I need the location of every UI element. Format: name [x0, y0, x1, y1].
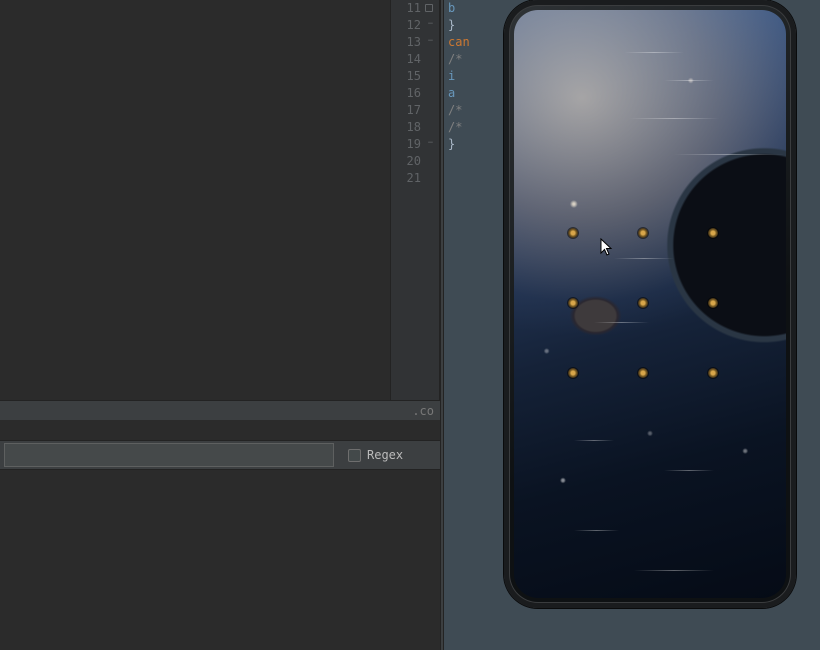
- code-line[interactable]: can: [444, 34, 504, 51]
- line-number[interactable]: 15: [391, 68, 439, 85]
- pattern-dot[interactable]: [708, 368, 718, 378]
- fold-icon[interactable]: −: [426, 37, 435, 46]
- pattern-dot[interactable]: [568, 368, 578, 378]
- code-line[interactable]: [444, 170, 504, 187]
- star-trail: [629, 118, 719, 119]
- star-trail: [574, 440, 614, 441]
- code-line[interactable]: /*: [444, 102, 504, 119]
- star-trail: [574, 530, 619, 531]
- find-bar: Regex: [0, 440, 440, 470]
- code-editor[interactable]: [0, 0, 390, 400]
- search-input[interactable]: [4, 443, 334, 467]
- fold-icon[interactable]: −: [426, 139, 435, 148]
- line-number[interactable]: 20: [391, 153, 439, 170]
- line-number[interactable]: 16: [391, 85, 439, 102]
- code-overflow: b}can/* ia/* /* }: [444, 0, 504, 400]
- editor-status-bar: .co: [0, 400, 440, 420]
- line-number[interactable]: 17: [391, 102, 439, 119]
- pattern-dot[interactable]: [708, 298, 718, 308]
- pattern-dot[interactable]: [568, 298, 578, 308]
- line-number[interactable]: 13−: [391, 34, 439, 51]
- code-line[interactable]: b: [444, 0, 504, 17]
- pattern-dot[interactable]: [638, 368, 648, 378]
- lock-pattern-grid[interactable]: [568, 228, 732, 392]
- code-line[interactable]: i: [444, 68, 504, 85]
- code-line[interactable]: }: [444, 136, 504, 153]
- device-screen[interactable]: [514, 10, 786, 598]
- star-trail: [664, 470, 714, 471]
- code-line[interactable]: /*: [444, 51, 504, 68]
- star-trail: [674, 154, 784, 155]
- regex-checkbox[interactable]: [348, 449, 361, 462]
- line-number[interactable]: 14: [391, 51, 439, 68]
- star-trail: [624, 52, 684, 53]
- star-trail: [664, 80, 714, 81]
- pattern-dot[interactable]: [638, 298, 648, 308]
- emulator-panel: b}can/* ia/* /* }: [444, 0, 820, 650]
- line-number[interactable]: 12−: [391, 17, 439, 34]
- code-line[interactable]: [444, 153, 504, 170]
- fold-icon[interactable]: −: [426, 20, 435, 29]
- code-line[interactable]: }: [444, 17, 504, 34]
- device-frame: [504, 0, 796, 608]
- console-panel[interactable]: [0, 470, 440, 650]
- pattern-dot[interactable]: [638, 228, 648, 238]
- line-number[interactable]: 18: [391, 119, 439, 136]
- line-number[interactable]: 21: [391, 170, 439, 187]
- line-gutter[interactable]: 1112−13−141516171819−2021: [390, 0, 440, 400]
- star-trail: [634, 570, 714, 571]
- regex-label: Regex: [367, 448, 403, 462]
- code-line[interactable]: /*: [444, 119, 504, 136]
- status-text: .co: [412, 404, 434, 418]
- breakpoint-marker[interactable]: [425, 4, 433, 12]
- code-line[interactable]: a: [444, 85, 504, 102]
- pattern-dot[interactable]: [708, 228, 718, 238]
- line-number[interactable]: 19−: [391, 136, 439, 153]
- line-number[interactable]: 11: [391, 0, 439, 17]
- pattern-dot[interactable]: [568, 228, 578, 238]
- editor-panel: 1112−13−141516171819−2021 .co Regex: [0, 0, 440, 650]
